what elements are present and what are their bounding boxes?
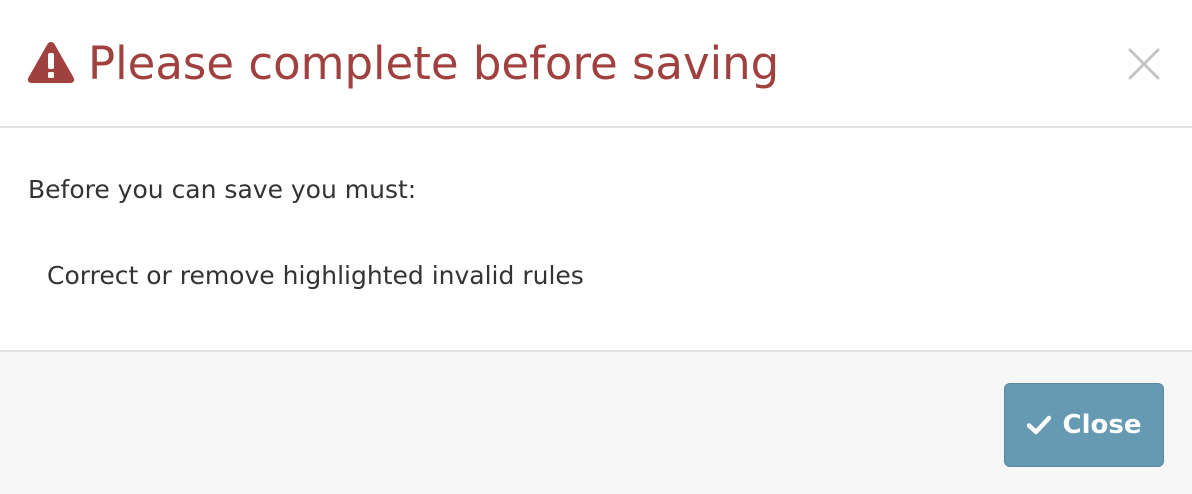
validation-dialog: Please complete before saving Before you…: [0, 0, 1192, 494]
close-button[interactable]: Close: [1004, 383, 1164, 467]
dialog-footer: Close: [0, 352, 1192, 494]
body-intro-text: Before you can save you must:: [28, 175, 417, 204]
requirement-list: Correct or remove highlighted invalid ru…: [47, 258, 584, 294]
close-button-label: Close: [1062, 410, 1142, 440]
dialog-title: Please complete before saving: [88, 37, 780, 90]
check-icon: [1026, 415, 1051, 435]
requirement-item: Correct or remove highlighted invalid ru…: [47, 261, 584, 290]
close-icon[interactable]: [1127, 47, 1161, 81]
dialog-body: Before you can save you must: Correct or…: [0, 128, 1192, 352]
dialog-header: Please complete before saving: [0, 0, 1192, 128]
warning-triangle-icon: [27, 42, 75, 83]
